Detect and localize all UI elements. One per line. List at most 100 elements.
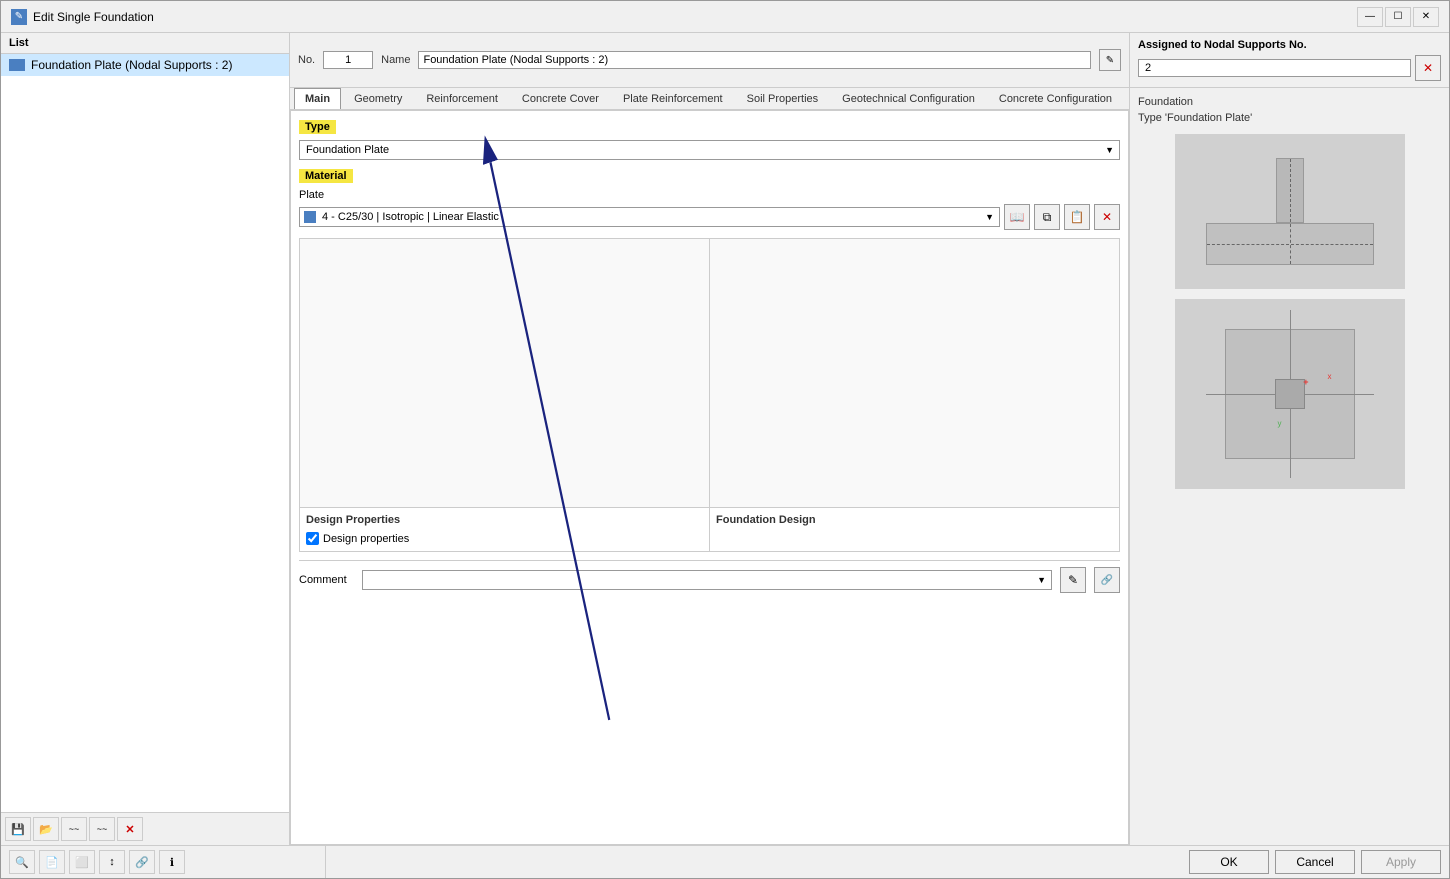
foundation-design-panel: Foundation Design: [710, 508, 1119, 551]
delete-btn[interactable]: ✕: [117, 817, 143, 841]
design-properties-checkbox-row: Design properties: [306, 532, 703, 545]
right-content: No. 1 Name ✎ Assigned to Nodal Supports …: [290, 33, 1449, 845]
material-select[interactable]: 4 - C25/30 | Isotropic | Linear Elastic: [299, 207, 1000, 227]
close-button[interactable]: ✕: [1413, 7, 1439, 27]
plate-centerline-v: [1290, 224, 1291, 264]
plate-label: Plate: [299, 189, 1120, 201]
material-book-btn[interactable]: 📖: [1004, 204, 1030, 230]
title-bar-left: ✎ Edit Single Foundation: [11, 9, 154, 25]
material-select-wrapper: 4 - C25/30 | Isotropic | Linear Elastic …: [299, 207, 1000, 227]
assigned-label: Assigned to Nodal Supports No.: [1138, 39, 1441, 51]
top-row: No. 1 Name ✎ Assigned to Nodal Supports …: [290, 33, 1449, 88]
material-section-label: Material: [299, 169, 353, 183]
tab-plate-reinforcement[interactable]: Plate Reinforcement: [612, 88, 734, 109]
body-area: Main Geometry Reinforcement Concrete Cov…: [290, 88, 1449, 845]
comment-select-wrapper: ▼: [362, 570, 1052, 590]
column-top-view: x y +: [1275, 379, 1305, 409]
comment-edit-btn[interactable]: ✎: [1060, 567, 1086, 593]
tab-concrete-cover[interactable]: Concrete Cover: [511, 88, 610, 109]
list-area: Foundation Plate (Nodal Supports : 2): [1, 54, 289, 812]
top-plan-view: x y +: [1175, 299, 1405, 489]
column-stub: [1276, 158, 1304, 223]
material-paste-btn[interactable]: 📋: [1064, 204, 1090, 230]
design-properties-panel: Design Properties Design properties: [300, 508, 710, 551]
list-item-label: Foundation Plate (Nodal Supports : 2): [31, 58, 232, 72]
title-bar-controls: — ☐ ✕: [1357, 7, 1439, 27]
material-color-swatch: [304, 211, 316, 223]
type-section: Type Foundation Plate ▼: [299, 119, 1120, 160]
tab-geotechnical-config[interactable]: Geotechnical Configuration: [831, 88, 986, 109]
middle-right-panel: [710, 239, 1119, 507]
preview-subtitle: Type 'Foundation Plate': [1138, 112, 1441, 124]
cube-btn[interactable]: ⬜: [69, 850, 95, 874]
preview-title: Foundation: [1138, 96, 1441, 108]
bottom-right-section: OK Cancel Apply: [326, 846, 1449, 878]
no-input[interactable]: 1: [323, 51, 373, 69]
material-copy-btn[interactable]: ⧉: [1034, 204, 1060, 230]
column-centerline: [1290, 159, 1291, 222]
assigned-section: Assigned to Nodal Supports No. ✕: [1129, 33, 1449, 87]
list-item[interactable]: Foundation Plate (Nodal Supports : 2): [1, 54, 289, 76]
no-label: No.: [298, 54, 315, 66]
name-edit-btn[interactable]: ✎: [1099, 49, 1121, 71]
comment-section: Comment ▼ ✎ 🔗: [299, 560, 1120, 593]
cancel-button[interactable]: Cancel: [1275, 850, 1355, 874]
main-content: List Foundation Plate (Nodal Supports : …: [1, 33, 1449, 845]
tab-reinforcement[interactable]: Reinforcement: [415, 88, 509, 109]
open-btn[interactable]: 📂: [33, 817, 59, 841]
list-header: List: [1, 33, 289, 54]
tool4-btn[interactable]: ~~: [89, 817, 115, 841]
tool3-btn[interactable]: ~~: [61, 817, 87, 841]
middle-left-panel: [300, 239, 710, 507]
info-btn[interactable]: ℹ: [159, 850, 185, 874]
type-section-label: Type: [299, 120, 336, 134]
tab-geometry[interactable]: Geometry: [343, 88, 413, 109]
ok-button[interactable]: OK: [1189, 850, 1269, 874]
title-bar: ✎ Edit Single Foundation — ☐ ✕: [1, 1, 1449, 33]
side-elevation-view: [1175, 134, 1405, 289]
search-btn[interactable]: 🔍: [9, 850, 35, 874]
material-delete-btn[interactable]: ✕: [1094, 204, 1120, 230]
maximize-button[interactable]: ☐: [1385, 7, 1411, 27]
origin-cross: +: [1303, 377, 1308, 387]
main-window: ✎ Edit Single Foundation — ☐ ✕ List Foun…: [0, 0, 1450, 879]
assigned-value-input[interactable]: [1138, 59, 1411, 77]
tab-concrete-config[interactable]: Concrete Configuration: [988, 88, 1123, 109]
tab-soil-properties[interactable]: Soil Properties: [736, 88, 830, 109]
comment-select[interactable]: [362, 570, 1052, 590]
comment-info-btn[interactable]: 🔗: [1094, 567, 1120, 593]
preview-diagrams: x y +: [1138, 134, 1441, 837]
left-panel: List Foundation Plate (Nodal Supports : …: [1, 33, 290, 845]
name-input[interactable]: [418, 51, 1091, 69]
material-row: 4 - C25/30 | Isotropic | Linear Elastic …: [299, 204, 1120, 230]
assigned-clear-btn[interactable]: ✕: [1415, 55, 1441, 81]
type-form-row: Foundation Plate ▼: [299, 140, 1120, 160]
window-title: Edit Single Foundation: [33, 10, 154, 24]
tab-main[interactable]: Main: [294, 88, 341, 109]
middle-panels: [299, 238, 1120, 508]
design-properties-checkbox[interactable]: [306, 532, 319, 545]
left-panel-toolbar: 💾 📂 ~~ ~~ ✕: [1, 812, 289, 845]
assigned-value-row: ✕: [1138, 55, 1441, 81]
window-icon: ✎: [11, 9, 27, 25]
arrows-btn[interactable]: ↕: [99, 850, 125, 874]
doc-btn[interactable]: 📄: [39, 850, 65, 874]
minimize-button[interactable]: —: [1357, 7, 1383, 27]
comment-label: Comment: [299, 574, 354, 586]
foundation-design-header: Foundation Design: [716, 514, 1113, 526]
design-properties-label: Design properties: [323, 533, 409, 545]
tab-content-main: Type Foundation Plate ▼: [290, 110, 1129, 845]
type-select-wrapper: Foundation Plate ▼: [299, 140, 1120, 160]
name-number-section: No. 1 Name ✎: [290, 33, 1129, 87]
type-select[interactable]: Foundation Plate: [299, 140, 1120, 160]
apply-button[interactable]: Apply: [1361, 850, 1441, 874]
x-axis-label: x: [1328, 372, 1332, 381]
save-btn[interactable]: 💾: [5, 817, 31, 841]
full-bottom-bar: 🔍 📄 ⬜ ↕ 🔗 ℹ OK Cancel Apply: [1, 845, 1449, 878]
foundation-plate-top: x y +: [1225, 329, 1355, 459]
content-with-arrow: Main Geometry Reinforcement Concrete Cov…: [290, 88, 1129, 845]
list-item-icon: [9, 59, 25, 71]
bottom-left-section: 🔍 📄 ⬜ ↕ 🔗 ℹ: [1, 846, 326, 878]
bottom-panels: Design Properties Design properties Foun…: [299, 508, 1120, 552]
link-btn[interactable]: 🔗: [129, 850, 155, 874]
